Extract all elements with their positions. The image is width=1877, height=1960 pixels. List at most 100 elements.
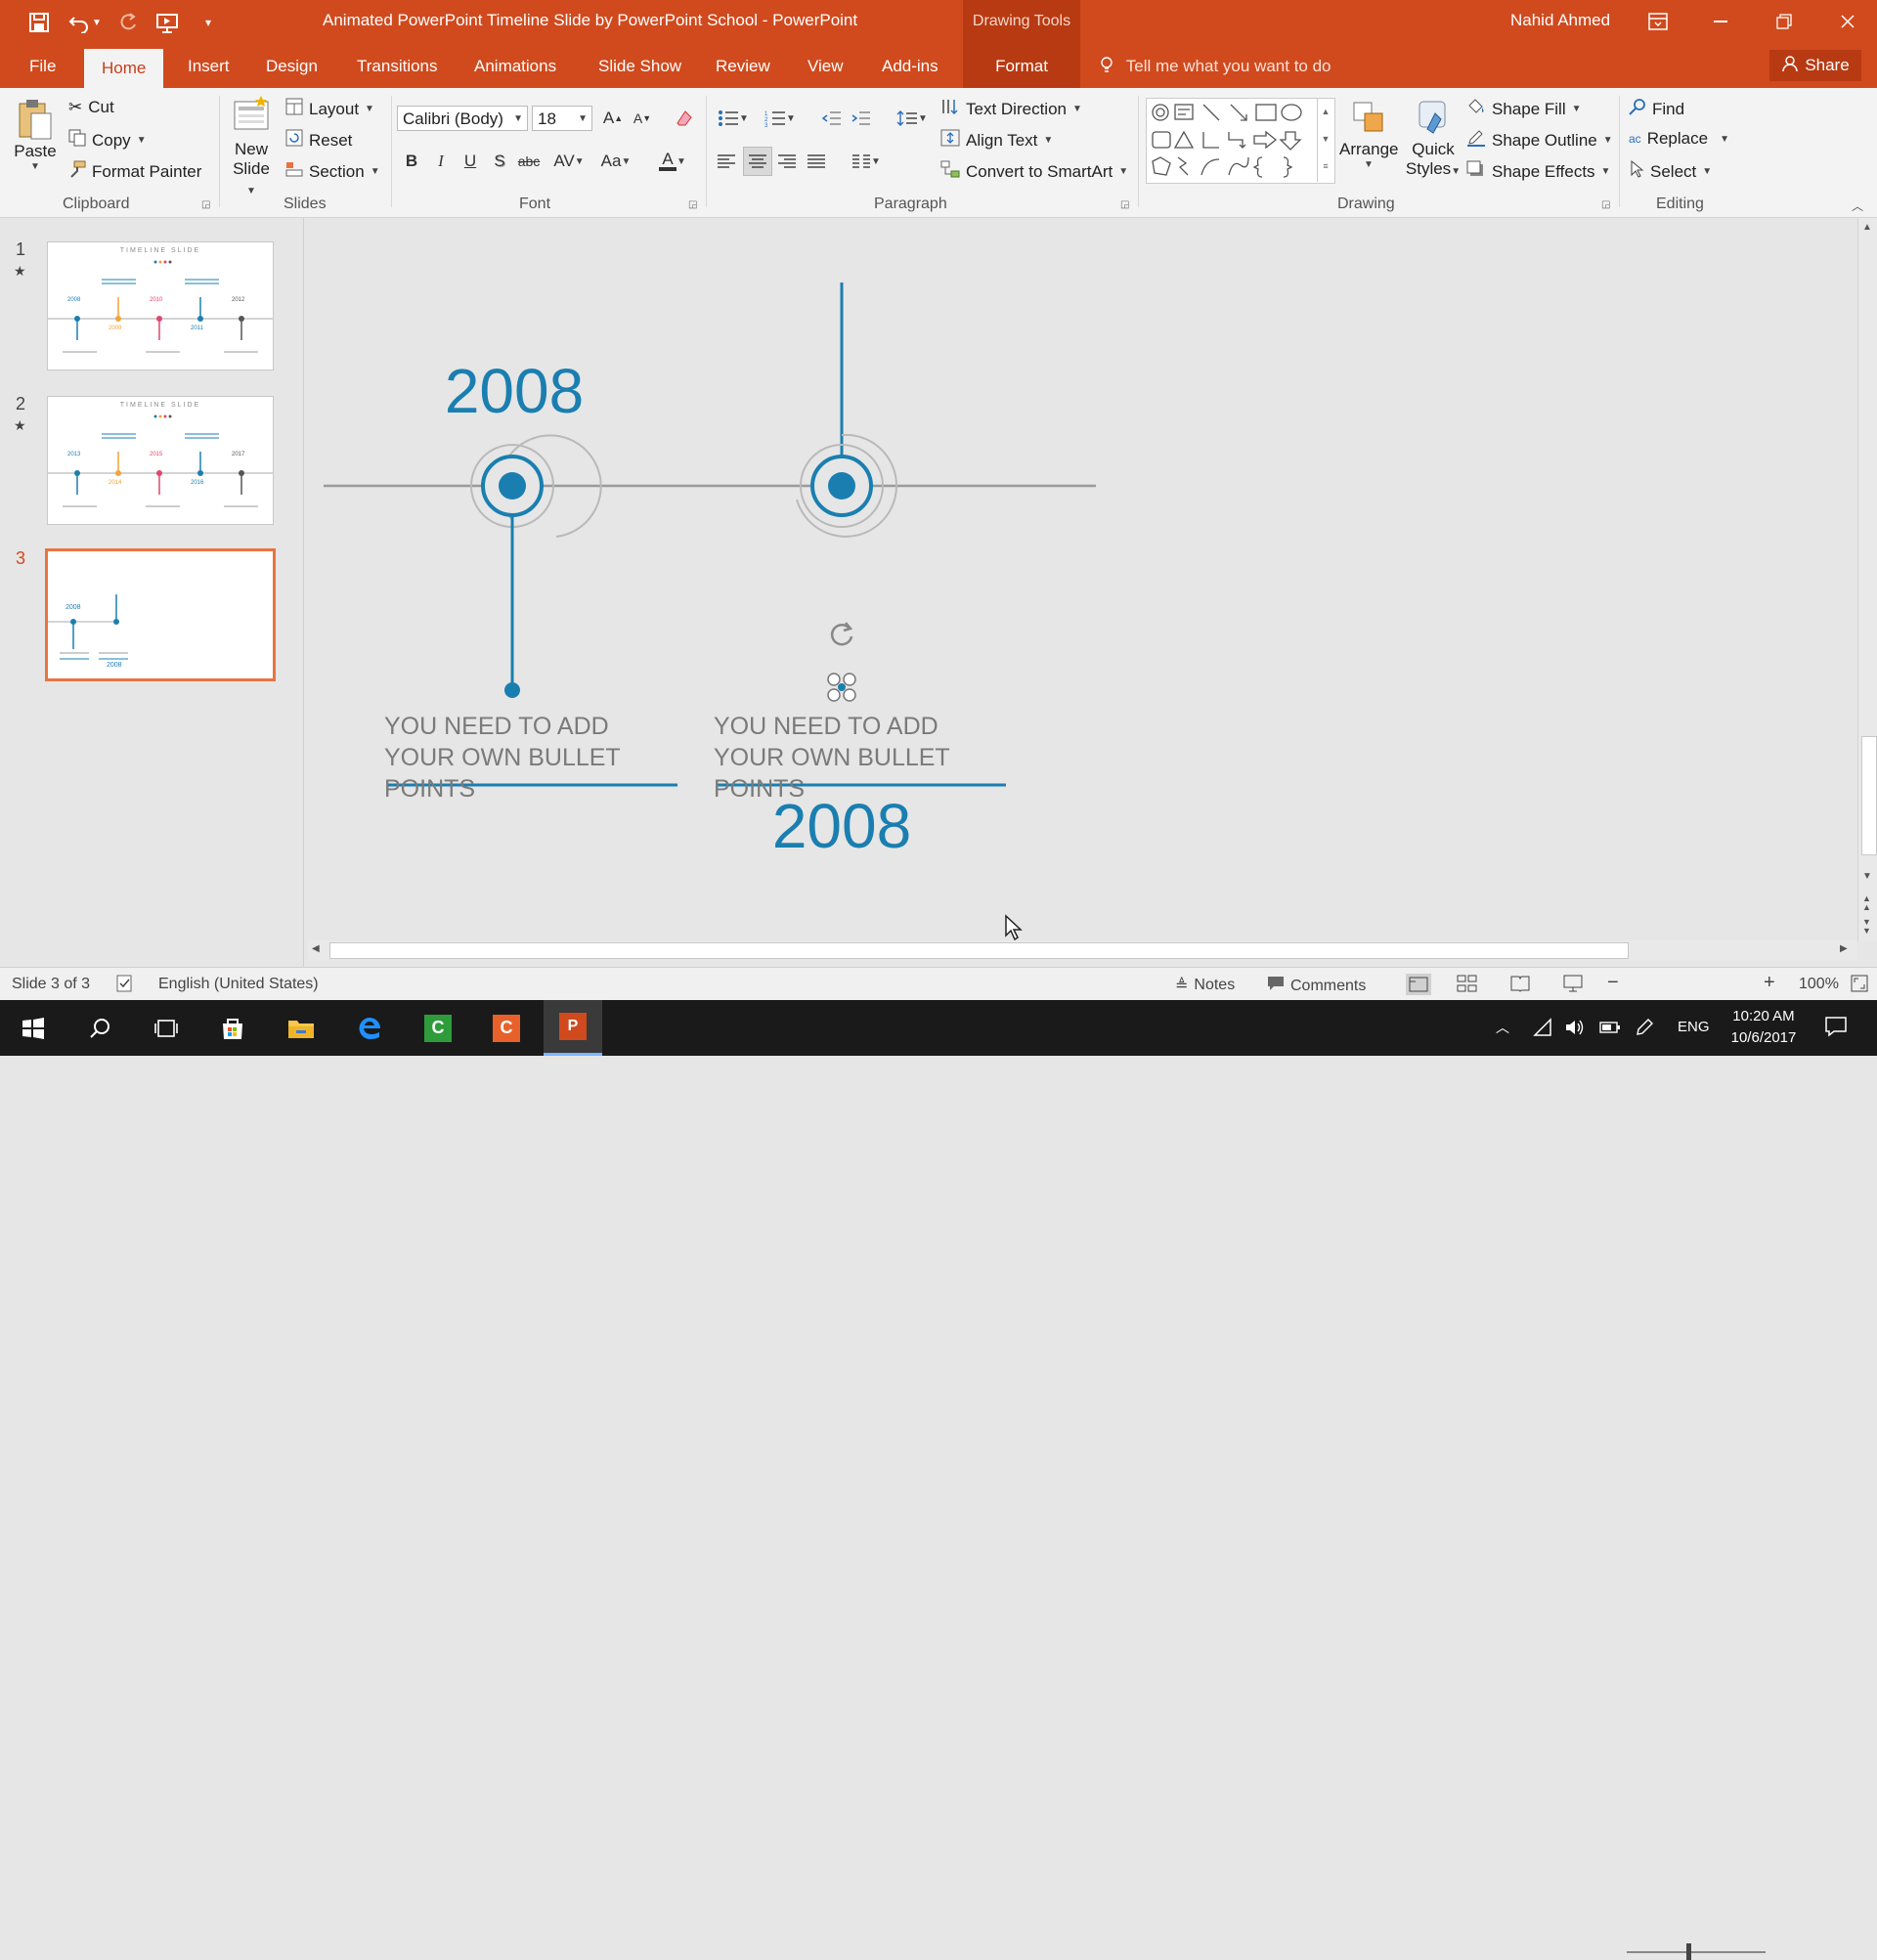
- replace-button[interactable]: ac Replace ▼: [1629, 129, 1729, 149]
- rotate-handle-icon[interactable]: [822, 619, 861, 648]
- windows-start-icon[interactable]: [4, 1000, 63, 1056]
- bullet-text-right[interactable]: YOU NEED TO ADD YOUR OWN BULLET POINTS: [714, 711, 1046, 805]
- quick-styles-button[interactable]: Quick Styles▼: [1404, 100, 1462, 179]
- columns-button[interactable]: ▼: [847, 149, 886, 174]
- tell-me-search[interactable]: Tell me what you want to do: [1100, 43, 1331, 88]
- shape-effects-button[interactable]: Shape Effects ▼: [1466, 160, 1610, 183]
- start-from-beginning-icon[interactable]: [153, 8, 182, 37]
- zoom-slider-thumb[interactable]: [1686, 1943, 1691, 1960]
- align-center-icon[interactable]: [743, 147, 772, 176]
- horizontal-scroll-thumb[interactable]: [329, 942, 1629, 959]
- increase-indent-icon[interactable]: [849, 106, 874, 131]
- task-view-icon[interactable]: [137, 1000, 196, 1056]
- slide-sorter-icon[interactable]: [1457, 974, 1478, 998]
- tab-file[interactable]: File: [25, 43, 60, 88]
- powerpoint-taskbar-icon[interactable]: P: [544, 1000, 602, 1056]
- layout-button[interactable]: Layout ▼: [285, 98, 374, 120]
- edge-browser-icon[interactable]: [340, 1000, 399, 1056]
- font-launcher-icon[interactable]: ◲: [688, 199, 697, 210]
- tab-view[interactable]: View: [804, 43, 848, 88]
- clear-formatting-icon[interactable]: [671, 106, 696, 131]
- text-direction-button[interactable]: Text Direction ▼: [940, 98, 1082, 120]
- tab-transitions[interactable]: Transitions: [353, 43, 442, 88]
- shapes-gallery-scroll[interactable]: ▲ ▼ ≡: [1317, 98, 1333, 182]
- year-label-top[interactable]: 2008: [431, 355, 597, 427]
- copy-button[interactable]: Copy ▼: [68, 129, 147, 152]
- slide-thumbnail-2[interactable]: TIMELINE SLIDE 2013 2014 2015 2016 2017: [47, 396, 274, 525]
- find-button[interactable]: Find: [1629, 98, 1684, 120]
- strikethrough-button[interactable]: abc: [516, 149, 542, 174]
- close-icon[interactable]: [1828, 6, 1867, 37]
- undo-dropdown-icon[interactable]: ▼: [90, 8, 104, 37]
- comments-button[interactable]: Comments: [1267, 976, 1366, 996]
- bullets-button[interactable]: ▼: [714, 106, 753, 131]
- save-icon[interactable]: [24, 8, 54, 37]
- show-hidden-icons-icon[interactable]: ︿: [1496, 1018, 1509, 1037]
- arrange-button[interactable]: Arrange ▼: [1339, 100, 1398, 170]
- clock[interactable]: 10:20 AM 10/6/2017: [1726, 1006, 1801, 1049]
- tab-insert[interactable]: Insert: [184, 43, 234, 88]
- reset-button[interactable]: Reset: [285, 129, 352, 152]
- tab-slide-show[interactable]: Slide Show: [594, 43, 685, 88]
- scroll-right-icon[interactable]: ▶: [1840, 943, 1848, 954]
- collapse-ribbon-icon[interactable]: ︿: [1852, 197, 1863, 214]
- cut-button[interactable]: ✂ Cut: [68, 98, 114, 117]
- section-button[interactable]: Section ▼: [285, 160, 380, 183]
- convert-smartart-button[interactable]: Convert to SmartArt ▼: [940, 160, 1128, 183]
- drawing-launcher-icon[interactable]: ◲: [1601, 199, 1610, 210]
- line-spacing-button[interactable]: ▼: [892, 106, 933, 131]
- vertical-scrollbar[interactable]: ▲ ▼ ▲ ▲ ▼ ▼: [1857, 218, 1877, 941]
- underline-button[interactable]: U: [458, 149, 483, 174]
- slide-thumbnail-1[interactable]: TIMELINE SLIDE 2008 2009 2010 2011 2012: [47, 241, 274, 370]
- slide-show-icon[interactable]: [1562, 974, 1584, 998]
- new-slide-button[interactable]: New Slide ▼: [227, 96, 276, 198]
- scroll-up-icon[interactable]: ▲: [1862, 222, 1872, 233]
- align-text-button[interactable]: Align Text ▼: [940, 129, 1053, 152]
- font-color-button[interactable]: A ▼: [651, 149, 694, 174]
- normal-view-icon[interactable]: [1406, 974, 1431, 995]
- next-slide-icon[interactable]: ▼ ▼: [1862, 918, 1871, 936]
- copy-dropdown-icon[interactable]: ▼: [137, 135, 147, 146]
- zoom-in-icon[interactable]: +: [1764, 972, 1775, 994]
- input-language[interactable]: ENG: [1678, 1019, 1710, 1035]
- decrease-font-size-icon[interactable]: A ▼: [630, 106, 655, 131]
- customize-qat-icon[interactable]: ▾: [194, 8, 223, 37]
- format-painter-button[interactable]: Format Painter: [68, 160, 201, 183]
- bold-button[interactable]: B: [399, 149, 424, 174]
- reading-view-icon[interactable]: [1509, 974, 1531, 998]
- user-name[interactable]: Nahid Ahmed: [1510, 11, 1610, 30]
- share-button[interactable]: Share: [1769, 50, 1861, 81]
- spelling-check-icon[interactable]: [115, 974, 135, 998]
- tab-animations[interactable]: Animations: [470, 43, 560, 88]
- tab-add-ins[interactable]: Add-ins: [878, 43, 942, 88]
- align-right-icon[interactable]: [774, 149, 800, 174]
- ribbon-display-options-icon[interactable]: [1638, 6, 1678, 37]
- action-center-icon[interactable]: [1824, 1016, 1848, 1042]
- decrease-indent-icon[interactable]: [819, 106, 845, 131]
- network-icon[interactable]: [1533, 1018, 1552, 1042]
- increase-font-size-icon[interactable]: A ▲: [600, 106, 626, 131]
- search-icon[interactable]: [70, 1000, 129, 1056]
- redo-icon[interactable]: [113, 8, 143, 37]
- clipboard-launcher-icon[interactable]: ◲: [201, 199, 210, 210]
- pen-icon[interactable]: [1635, 1018, 1654, 1042]
- numbering-button[interactable]: 1 2 3 ▼: [761, 106, 800, 131]
- tab-format[interactable]: Format: [963, 43, 1080, 88]
- align-left-icon[interactable]: [714, 149, 739, 174]
- shape-fill-button[interactable]: Shape Fill ▼: [1466, 98, 1582, 120]
- vertical-scroll-thumb[interactable]: [1861, 736, 1877, 855]
- character-spacing-button[interactable]: AV ▼: [549, 149, 589, 174]
- tab-home[interactable]: Home: [84, 49, 164, 88]
- zoom-slider[interactable]: [1627, 1951, 1766, 1953]
- restore-icon[interactable]: [1765, 6, 1804, 37]
- file-explorer-icon[interactable]: [272, 1000, 330, 1056]
- paste-button[interactable]: Paste ▼: [12, 98, 59, 172]
- zoom-level[interactable]: 100%: [1799, 976, 1839, 993]
- paste-dropdown-icon[interactable]: ▼: [12, 161, 59, 172]
- horizontal-scrollbar[interactable]: ◀ ▶: [308, 940, 1857, 960]
- zoom-out-icon[interactable]: −: [1607, 972, 1619, 994]
- scroll-down-icon[interactable]: ▼: [1862, 871, 1872, 882]
- language-indicator[interactable]: English (United States): [158, 976, 319, 993]
- scroll-left-icon[interactable]: ◀: [312, 943, 320, 954]
- selected-shape-handles[interactable]: [825, 671, 858, 704]
